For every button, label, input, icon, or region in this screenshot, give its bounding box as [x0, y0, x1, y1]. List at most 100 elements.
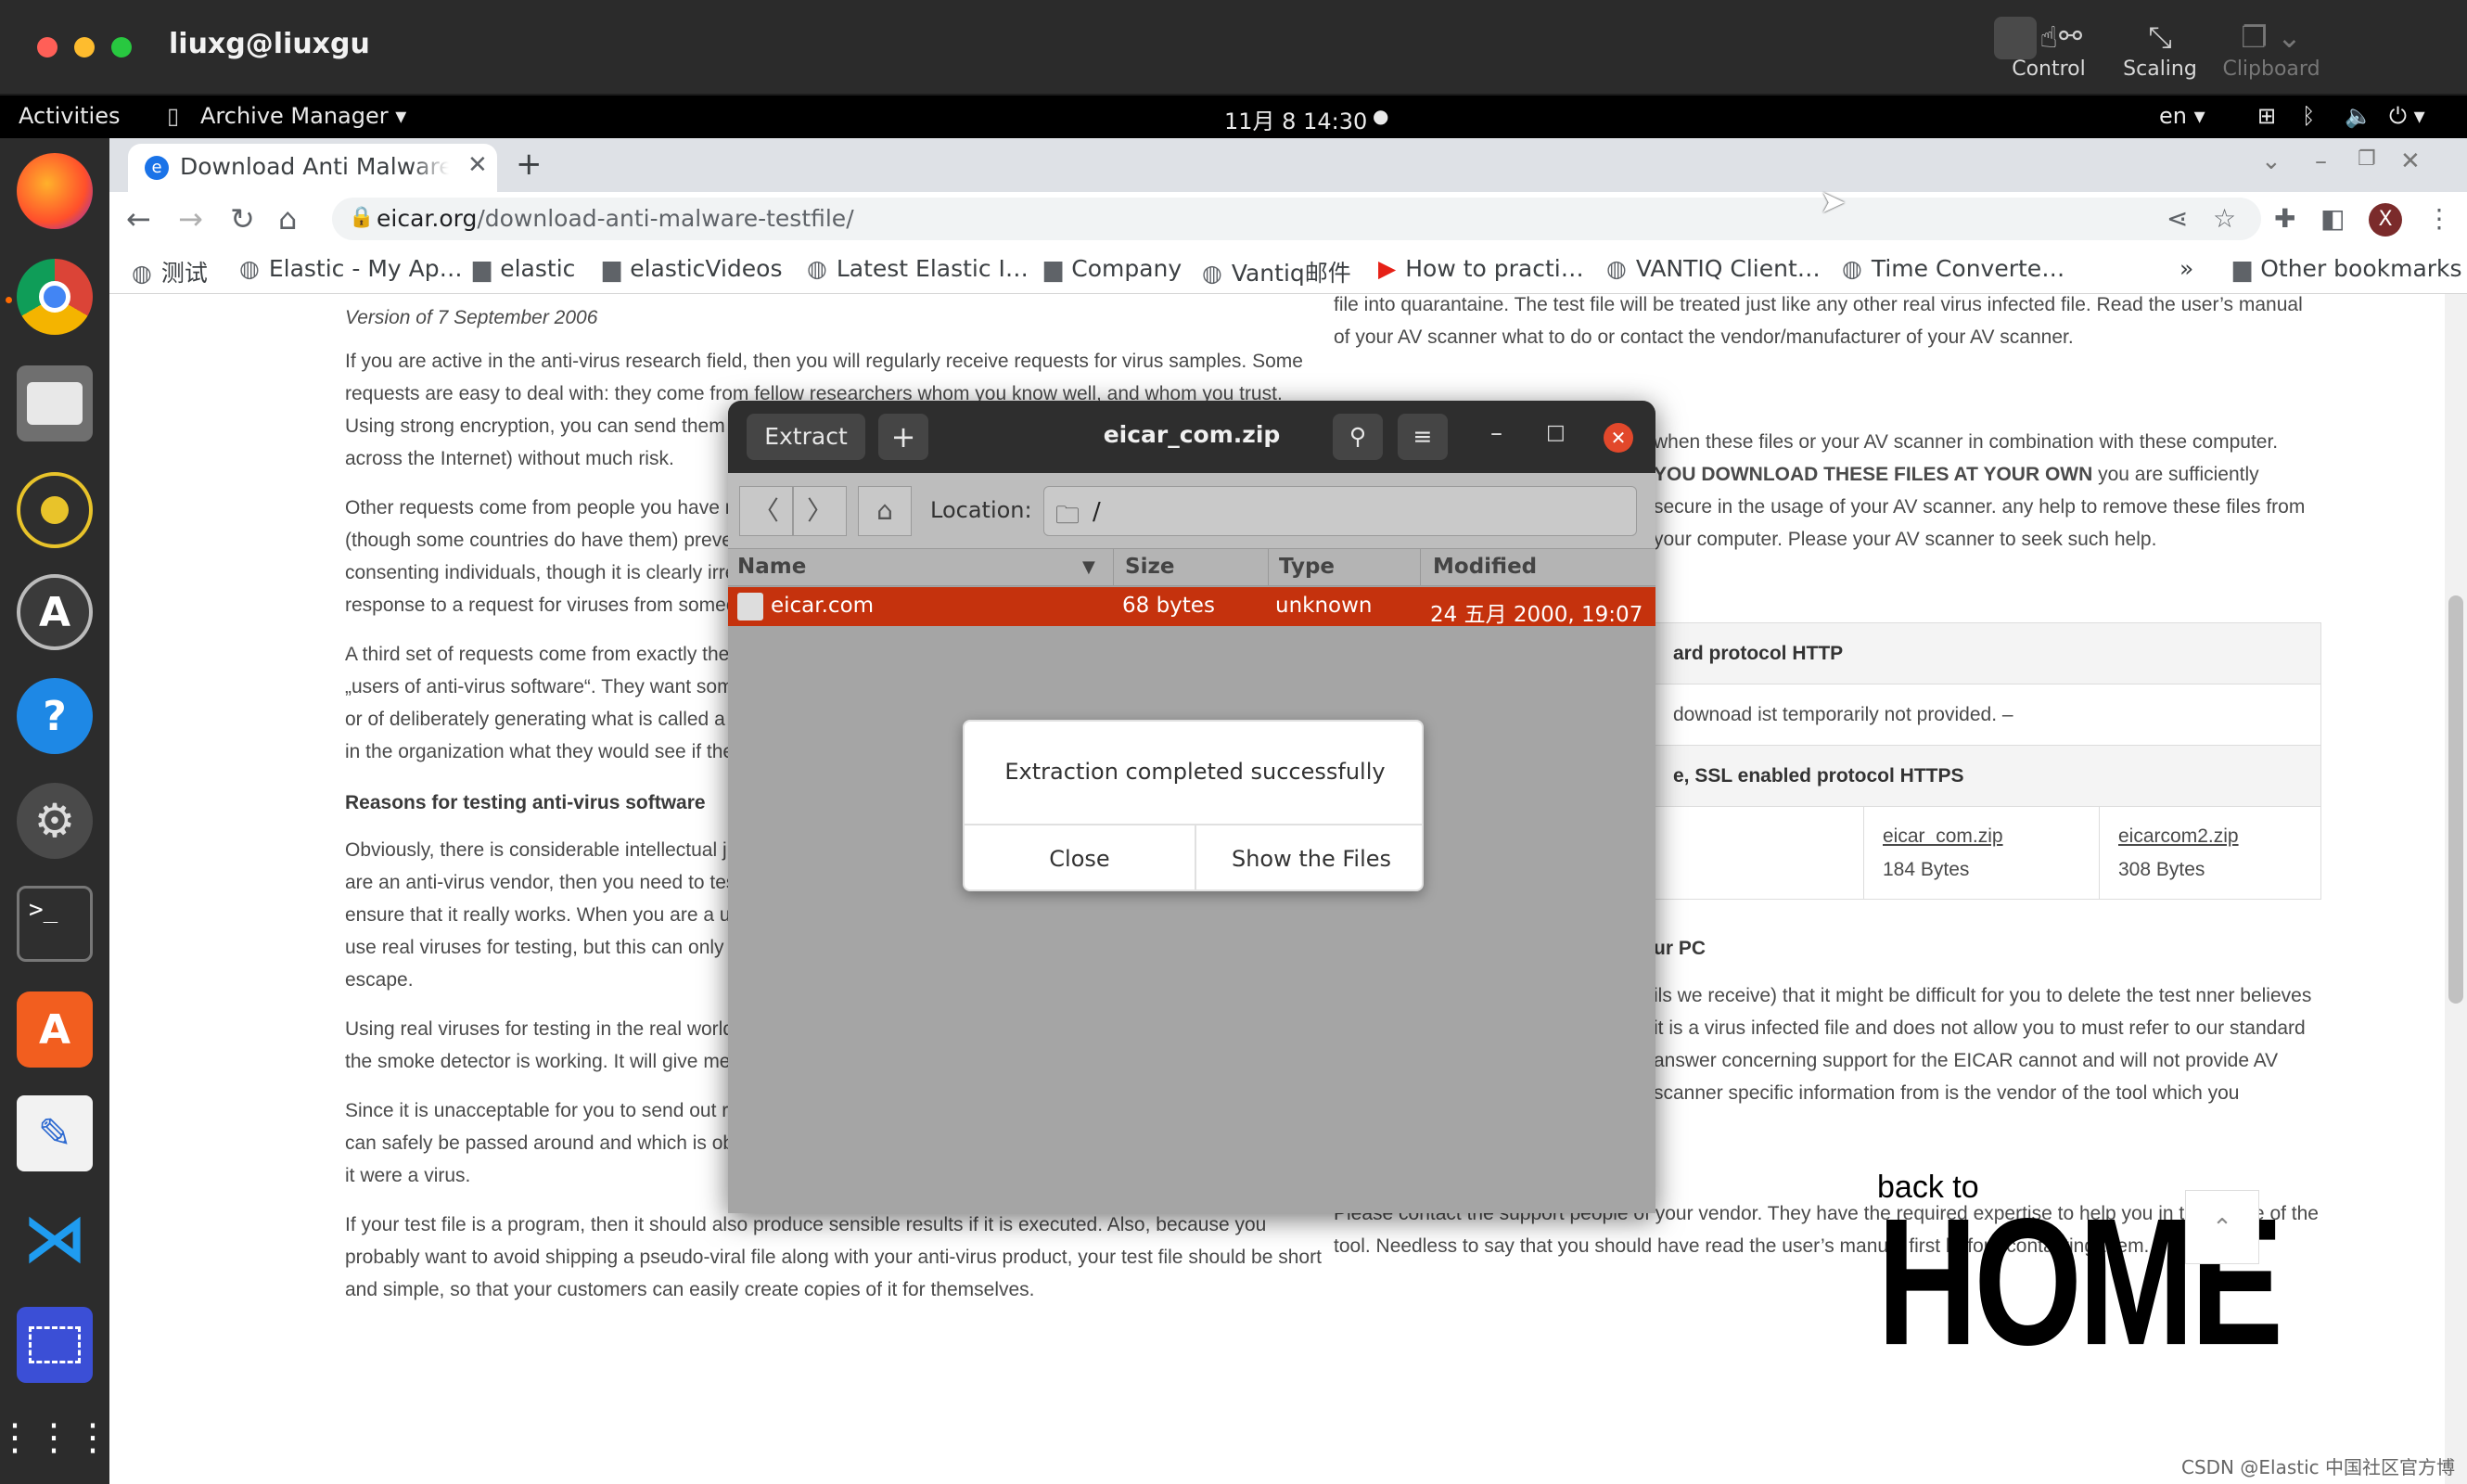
- lock-icon: 🔒: [349, 206, 375, 229]
- mac-close-button[interactable]: [37, 37, 58, 58]
- close-icon[interactable]: ✕: [1604, 423, 1633, 453]
- profile-avatar[interactable]: X: [2369, 203, 2402, 237]
- tab-close-icon[interactable]: ✕: [467, 151, 488, 179]
- language-selector[interactable]: en ▾: [2159, 103, 2205, 129]
- bookmark-item[interactable]: ◍ Latest Elastic I…: [807, 255, 1029, 282]
- nav-back-icon[interactable]: 〈: [739, 486, 793, 536]
- bookmark-item[interactable]: ◍ VANTIQ Client…: [1606, 255, 1821, 282]
- app-store-icon[interactable]: A: [17, 991, 93, 1068]
- share-icon[interactable]: ⋖: [2167, 203, 2188, 234]
- nav-forward-icon[interactable]: 〉: [793, 486, 847, 536]
- show-apps-icon[interactable]: ⋮⋮⋮: [0, 1400, 111, 1476]
- control-button[interactable]: ☝ Control: [1988, 17, 2109, 81]
- help-icon[interactable]: ?: [17, 678, 93, 754]
- close-button[interactable]: Close: [965, 825, 1195, 889]
- table-cell: eicar_com.zip 184 Bytes: [1863, 806, 2100, 900]
- eicarcom2-zip-link[interactable]: eicarcom2.zip: [2118, 825, 2239, 847]
- bookmark-label: Company: [1071, 255, 1182, 282]
- bookmark-item[interactable]: ▶ How to practi…: [1378, 255, 1584, 282]
- clock[interactable]: 11月 8 14:30: [1224, 103, 1367, 135]
- forward-icon[interactable]: →: [178, 201, 203, 237]
- bookmark-label: Vantiq邮件: [1231, 260, 1351, 287]
- scaling-button[interactable]: ⤡ Scaling: [2100, 17, 2220, 81]
- vscode-icon[interactable]: ⋊: [17, 1200, 93, 1276]
- mac-minimize-button[interactable]: [74, 37, 95, 58]
- column-size[interactable]: Size: [1125, 555, 1174, 579]
- side-panel-icon[interactable]: ◧: [2320, 203, 2345, 234]
- minimize-icon[interactable]: –: [2315, 147, 2327, 175]
- maximize-icon[interactable]: □: [1546, 421, 1566, 444]
- file-size: 184 Bytes: [1883, 858, 1970, 880]
- extensions-icon[interactable]: ✚: [2274, 203, 2295, 234]
- bookmarks-bar: ◍ 测试 ◍ Elastic - My Ap… ▆ elastic ▆ elasticV…: [109, 246, 2467, 294]
- binoculars-icon[interactable]: ⚯: [2059, 20, 2082, 53]
- eicar-com-zip-link[interactable]: eicar_com.zip: [1883, 825, 2003, 847]
- chrome-icon[interactable]: [17, 259, 93, 335]
- location-label: Location:: [930, 497, 1032, 523]
- bookmark-item[interactable]: ◍ Time Converte…: [1842, 255, 2064, 282]
- right-column-partial: when these files or your AV scanner in c…: [1654, 426, 2321, 572]
- home-icon[interactable]: ⌂: [278, 201, 297, 237]
- new-tab-button[interactable]: +: [516, 146, 543, 183]
- table-cell: eicarcom2.zip 308 Bytes: [2099, 806, 2321, 900]
- location-value: /: [1093, 498, 1101, 526]
- other-bookmarks-folder[interactable]: ▆ Other bookmarks: [2233, 255, 2462, 282]
- hamburger-menu-icon[interactable]: ≡: [1398, 414, 1448, 460]
- sort-arrow-icon[interactable]: ▼: [1082, 557, 1095, 577]
- text-editor-icon[interactable]: ✎: [17, 1095, 93, 1171]
- firefox-icon[interactable]: [17, 153, 93, 229]
- reload-icon[interactable]: ↻: [230, 201, 255, 237]
- file-row[interactable]: eicar.com 68 bytes unknown 24 五月 2000, 1…: [728, 587, 1655, 627]
- scroll-thumb[interactable]: [2448, 595, 2463, 1004]
- restore-icon[interactable]: ❐: [2358, 147, 2376, 171]
- address-bar[interactable]: 🔒 eicar.org/download-anti-malware-testfi…: [332, 198, 2261, 240]
- scroll-to-top-button[interactable]: ⌃: [2185, 1190, 2259, 1264]
- close-window-icon[interactable]: ✕: [2400, 147, 2421, 175]
- software-updater-icon[interactable]: A: [17, 574, 93, 650]
- tab-download-anti-malware[interactable]: e Download Anti Malware Testfile ✕: [128, 144, 497, 192]
- volume-icon[interactable]: 🔈: [2345, 103, 2372, 129]
- bookmark-folder[interactable]: ▆ elasticVideos: [603, 255, 782, 282]
- paragraph: ils we receive) that it might be difficu…: [1654, 985, 2312, 1104]
- power-icon[interactable]: ⏻ ▾: [2389, 103, 2425, 129]
- table-header-http: ard protocol HTTP: [1654, 622, 2321, 684]
- activities-button[interactable]: Activities: [19, 103, 121, 129]
- show-files-button[interactable]: Show the Files: [1196, 825, 1422, 889]
- bluetooth-icon[interactable]: ᛒ: [2302, 103, 2315, 129]
- settings-icon[interactable]: ⚙: [17, 783, 93, 859]
- clipboard-button[interactable]: ❐ ⌄ Clipboard: [2211, 17, 2332, 81]
- file-type: unknown: [1275, 594, 1373, 618]
- globe-icon: ◍: [1842, 255, 1862, 282]
- app-menu[interactable]: Archive Manager ▾: [200, 103, 406, 129]
- terminal-icon[interactable]: >_: [17, 886, 93, 962]
- page-scrollbar[interactable]: [2445, 294, 2467, 1484]
- bookmark-folder[interactable]: ▆ Company: [1044, 255, 1182, 282]
- home-icon[interactable]: ⌂: [858, 486, 912, 536]
- screenshot-icon[interactable]: [17, 1307, 93, 1383]
- globe-icon: ◍: [132, 260, 152, 287]
- column-name[interactable]: Name: [737, 555, 806, 579]
- bookmark-item[interactable]: ◍ 测试: [132, 255, 208, 288]
- bookmark-item[interactable]: ◍ Vantiq邮件: [1202, 255, 1351, 288]
- column-type[interactable]: Type: [1279, 555, 1335, 579]
- bookmark-star-icon[interactable]: ☆: [2213, 203, 2236, 234]
- paragraph-part: when these files or your AV scanner in c…: [1654, 431, 2279, 453]
- files-icon[interactable]: [17, 365, 93, 441]
- menu-kebab-icon[interactable]: ⋮: [2426, 203, 2452, 234]
- tab-search-icon[interactable]: ⌄: [2261, 147, 2282, 175]
- minimize-icon[interactable]: –: [1490, 419, 1502, 447]
- mac-zoom-button[interactable]: [111, 37, 132, 58]
- back-icon[interactable]: ←: [126, 201, 151, 237]
- folder-icon: 🗀: [1055, 502, 1080, 530]
- network-icon[interactable]: ⊞: [2257, 103, 2276, 129]
- add-files-button[interactable]: +: [878, 414, 928, 460]
- extract-button[interactable]: Extract: [747, 414, 865, 460]
- mouse-cursor-icon: ➤: [1820, 184, 1847, 221]
- column-modified[interactable]: Modified: [1433, 555, 1537, 579]
- location-field[interactable]: 🗀 /: [1043, 486, 1637, 536]
- bookmark-item[interactable]: ◍ Elastic - My Ap…: [239, 255, 463, 282]
- more-bookmarks-button[interactable]: »: [2179, 255, 2193, 282]
- bookmark-folder[interactable]: ▆ elastic: [473, 255, 575, 282]
- rhythmbox-icon[interactable]: [17, 472, 93, 548]
- search-icon[interactable]: ⚲: [1333, 414, 1383, 460]
